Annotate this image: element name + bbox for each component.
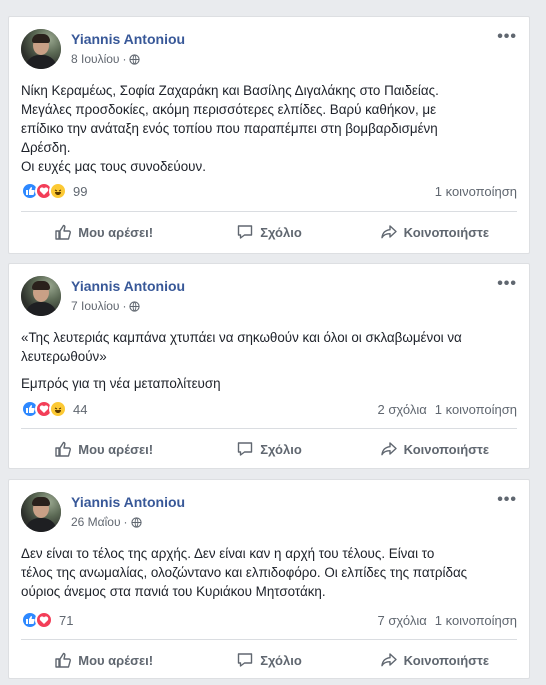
- avatar[interactable]: [21, 276, 61, 316]
- post-card: Yiannis Antoniou 26 Μαΐου · ••• Δεν είνα…: [8, 479, 530, 679]
- post-meta: 26 Μαΐου ·: [71, 515, 142, 529]
- avatar[interactable]: [21, 492, 61, 532]
- share-count[interactable]: 1 κοινοποίηση: [435, 184, 517, 199]
- post-text: «Της λευτεριάς καμπάνα χτυπάει να σηκωθο…: [21, 330, 462, 391]
- thumbs-up-icon: [55, 224, 72, 240]
- comment-icon: [238, 442, 253, 456]
- like-button[interactable]: Μου αρέσει!: [21, 431, 186, 467]
- post-stats: 44 2 σχόλια 1 κοινοποίηση: [21, 399, 517, 419]
- haha-reaction-icon: [49, 400, 67, 418]
- post-text: Νίκη Κεραμέως, Σοφία Ζαχαράκη και Βασίλη…: [21, 83, 439, 174]
- post-stats: 71 7 σχόλια 1 κοινοποίηση: [21, 610, 517, 630]
- comment-button[interactable]: Σχόλιο: [186, 214, 351, 250]
- divider: [21, 428, 517, 429]
- globe-icon[interactable]: [130, 516, 142, 528]
- share-icon: [380, 653, 397, 667]
- reactions[interactable]: [21, 400, 67, 418]
- post-meta: 7 Ιουλίου ·: [71, 299, 141, 313]
- share-button[interactable]: Κοινοποιήστε: [352, 642, 517, 678]
- more-icon[interactable]: •••: [497, 276, 517, 292]
- post-date[interactable]: 7 Ιουλίου: [71, 299, 119, 313]
- globe-icon[interactable]: [129, 53, 141, 65]
- reaction-count[interactable]: 71: [59, 613, 73, 628]
- thumbs-up-icon: [55, 441, 72, 457]
- comment-count[interactable]: 2 σχόλια: [378, 402, 427, 417]
- post-meta: 8 Ιουλίου ·: [71, 52, 141, 66]
- post-date[interactable]: 8 Ιουλίου: [71, 52, 119, 66]
- share-icon: [380, 442, 397, 456]
- comment-count[interactable]: 7 σχόλια: [378, 613, 427, 628]
- divider: [21, 639, 517, 640]
- love-reaction-icon: [35, 611, 53, 629]
- reactions[interactable]: [21, 182, 67, 200]
- post-card: Yiannis Antoniou 7 Ιουλίου · ••• «Της λε…: [8, 263, 530, 469]
- share-count[interactable]: 1 κοινοποίηση: [435, 613, 517, 628]
- globe-icon[interactable]: [129, 300, 141, 312]
- post-actions: Μου αρέσει! Σχόλιο Κοινοποιήστε: [21, 431, 517, 467]
- post-actions: Μου αρέσει! Σχόλιο Κοινοποιήστε: [21, 642, 517, 678]
- share-count[interactable]: 1 κοινοποίηση: [435, 402, 517, 417]
- comment-icon: [238, 225, 253, 239]
- reactions[interactable]: [21, 611, 53, 629]
- comment-button[interactable]: Σχόλιο: [186, 431, 351, 467]
- post-text: Δεν είναι το τέλος της αρχής. Δεν είναι …: [21, 546, 468, 599]
- divider: [21, 211, 517, 212]
- thumbs-up-icon: [55, 652, 72, 668]
- post-actions: Μου αρέσει! Σχόλιο Κοινοποιήστε: [21, 214, 517, 250]
- share-button[interactable]: Κοινοποιήστε: [352, 431, 517, 467]
- author-name[interactable]: Yiannis Antoniou: [71, 31, 185, 47]
- share-icon: [380, 225, 397, 239]
- author-name[interactable]: Yiannis Antoniou: [71, 278, 185, 294]
- author-name[interactable]: Yiannis Antoniou: [71, 494, 185, 510]
- haha-reaction-icon: [49, 182, 67, 200]
- like-button[interactable]: Μου αρέσει!: [21, 642, 186, 678]
- comment-button[interactable]: Σχόλιο: [186, 642, 351, 678]
- reaction-count[interactable]: 44: [73, 402, 87, 417]
- post-stats: 99 1 κοινοποίηση: [21, 181, 517, 201]
- avatar[interactable]: [21, 29, 61, 69]
- more-icon[interactable]: •••: [497, 29, 517, 45]
- share-button[interactable]: Κοινοποιήστε: [352, 214, 517, 250]
- post-card: Yiannis Antoniou 8 Ιουλίου · ••• Νίκη Κε…: [8, 16, 530, 254]
- like-button[interactable]: Μου αρέσει!: [21, 214, 186, 250]
- reaction-count[interactable]: 99: [73, 184, 87, 199]
- post-date[interactable]: 26 Μαΐου: [71, 515, 121, 529]
- comment-icon: [238, 653, 253, 667]
- more-icon[interactable]: •••: [497, 492, 517, 508]
